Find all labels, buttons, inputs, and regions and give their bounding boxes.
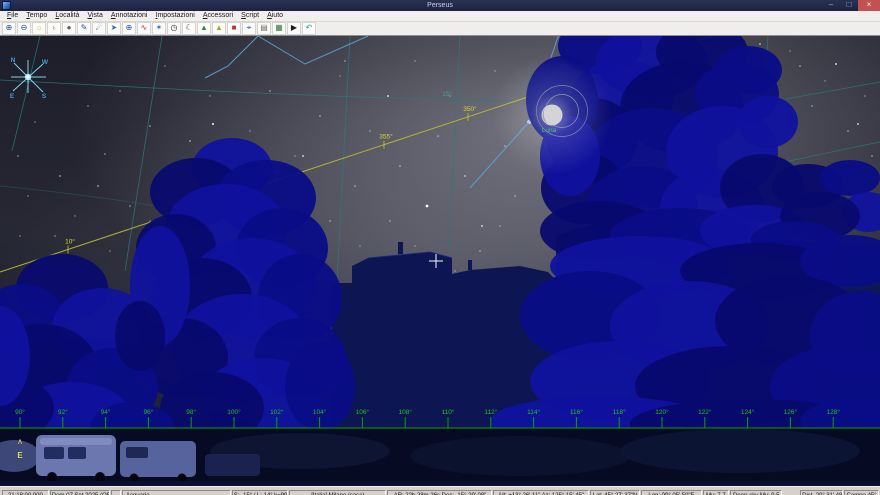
azimuth-label: 92° <box>58 408 68 416</box>
pointer-icon[interactable]: ➤ <box>107 22 121 35</box>
azimuth-label: 104° <box>313 408 327 416</box>
globe-icon[interactable]: ⊕ <box>122 22 136 35</box>
chart-icon[interactable]: ∿ <box>137 22 151 35</box>
menu-impostazioni[interactable]: Impostazioni <box>152 11 199 21</box>
azimuth-label: 122° <box>698 408 712 416</box>
menu-localit[interactable]: Località <box>51 11 83 21</box>
saturn-icon[interactable]: ♄ <box>47 22 61 35</box>
title-bar: Perseus – □ × <box>0 0 880 11</box>
azimuth-label: 106° <box>356 408 370 416</box>
compass-east-label: E <box>10 93 15 100</box>
azimuth-label: 112° <box>484 408 497 416</box>
figure-icon[interactable]: ✶ <box>152 22 166 35</box>
printer-icon[interactable]: ▤ <box>257 22 271 35</box>
menu-aiuto[interactable]: Aiuto <box>263 11 287 21</box>
sky-view[interactable]: 15° 10°5°0°355°350°340° N W E S <box>0 36 880 486</box>
status-cell-limiting-magnitude: Mv: 7.7 <box>703 490 729 495</box>
status-cell-deepsky-magnitude: Deep-sky Mv: 9.5 <box>730 490 783 495</box>
menu-vista[interactable]: Vista <box>83 11 106 21</box>
azimuth-label: 128° <box>826 408 840 416</box>
menu-script[interactable]: Script <box>237 11 263 21</box>
east-arrow-icon: ∧ <box>17 437 23 446</box>
azimuth-label: 126° <box>784 408 798 416</box>
window-title: Perseus <box>0 0 880 11</box>
menu-file[interactable]: File <box>3 11 22 21</box>
status-cell-spacer <box>783 490 799 495</box>
van-2 <box>120 441 196 481</box>
east-label: E <box>17 451 23 460</box>
moon-phase-icon[interactable]: ☾ <box>182 22 196 35</box>
azimuth-label: 118° <box>613 408 626 416</box>
pencil-icon[interactable]: ✎ <box>77 22 91 35</box>
status-cell-sun-moon-altitude: S: -15° / L: 14° k=99 <box>232 490 288 495</box>
azimuth-label: 90° <box>15 408 25 416</box>
azimuth-label: 98° <box>186 408 196 416</box>
status-cell-location: [Italia] Milano (casa) <box>289 490 386 495</box>
azimuth-label: 100° <box>227 408 241 416</box>
status-cell-constellation-name: Acquario <box>122 490 231 495</box>
van-1 <box>36 435 116 481</box>
telescope-icon[interactable]: ⌖ <box>242 22 256 35</box>
ecliptic-longitude-label: 350° <box>463 105 477 113</box>
menu-tempo[interactable]: Tempo <box>22 11 51 21</box>
foreground-strip <box>0 428 880 481</box>
zoom-out-icon[interactable]: ⊖ <box>17 22 31 35</box>
azimuth-label: 116° <box>570 408 583 416</box>
azimuth-label: 96° <box>143 408 153 416</box>
status-cell-alt-az: Alt: +13° 26' 11" Az: 125° 15' 45" <box>493 490 588 495</box>
status-cell-longitude: Lon: 09° 05' 50"E <box>641 490 701 495</box>
undo-icon[interactable]: ↶ <box>302 22 316 35</box>
clock-icon[interactable]: ◷ <box>167 22 181 35</box>
azimuth-label: 114° <box>527 408 540 416</box>
comet-icon[interactable]: ☄ <box>92 22 106 35</box>
menu-accessori[interactable]: Accessori <box>199 11 237 21</box>
azimuth-label: 124° <box>741 408 755 416</box>
book-icon[interactable]: ▦ <box>272 22 286 35</box>
azimuth-label: 94° <box>101 408 111 416</box>
sun-icon[interactable]: ☼ <box>32 22 46 35</box>
status-cell-distance: Dist. 20° 31' 48" <box>800 490 843 495</box>
status-cell-dst-indicator: - <box>111 490 121 495</box>
ecliptic-longitude-label: 10° <box>65 237 75 245</box>
moon-label: Luna <box>542 127 557 134</box>
perseus-window: Perseus – □ × FileTempoLocalitàVistaAnno… <box>0 0 880 495</box>
azimuth-label: 102° <box>270 408 284 416</box>
moon-disc[interactable] <box>542 105 563 126</box>
zoom-in-icon[interactable]: ⊕ <box>2 22 16 35</box>
status-cell-ra-dec: AR: 22h 28m 26s Dec: -15° 29' 08" <box>387 490 492 495</box>
compass-south-label: S <box>42 93 47 100</box>
menu-annotazioni[interactable]: Annotazioni <box>107 11 152 21</box>
grid-declination-label: 15° <box>442 90 452 98</box>
tripod-icon[interactable]: ▲ <box>212 22 226 35</box>
azimuth-label: 110° <box>442 408 455 416</box>
status-bar: 21:18:00.000Dom 07 Set 2025 (OE)-Acquari… <box>0 486 880 495</box>
sky-canvas[interactable]: 15° 10°5°0°355°350°340° N W E S <box>0 36 880 481</box>
status-cell-time: 21:18:00.000 <box>2 490 49 495</box>
moon-group[interactable]: Luna <box>492 55 612 175</box>
status-cell-field-of-view: Campo 45° <box>844 490 879 495</box>
compass-north-label: N <box>11 57 16 64</box>
compass-west-label: W <box>42 59 49 66</box>
toolbar: ⊕⊖☼♄●✎☄➤⊕∿✶◷☾▲▲■⌖▤▦▶↶ <box>0 22 880 36</box>
play-icon[interactable]: ▶ <box>287 22 301 35</box>
status-cell-date: Dom 07 Set 2025 (OE) <box>50 490 110 495</box>
azimuth-label: 108° <box>398 408 412 416</box>
eclipse-icon[interactable]: ● <box>62 22 76 35</box>
parked-car <box>205 454 260 476</box>
landscape-icon[interactable]: ▲ <box>197 22 211 35</box>
ecliptic-longitude-label: 355° <box>379 133 393 141</box>
menu-bar: FileTempoLocalitàVistaAnnotazioniImposta… <box>0 11 880 22</box>
status-cell-latitude: Lat: 45° 27' 37"N <box>590 490 641 495</box>
azimuth-label: 120° <box>655 408 669 416</box>
monitor-icon[interactable]: ■ <box>227 22 241 35</box>
